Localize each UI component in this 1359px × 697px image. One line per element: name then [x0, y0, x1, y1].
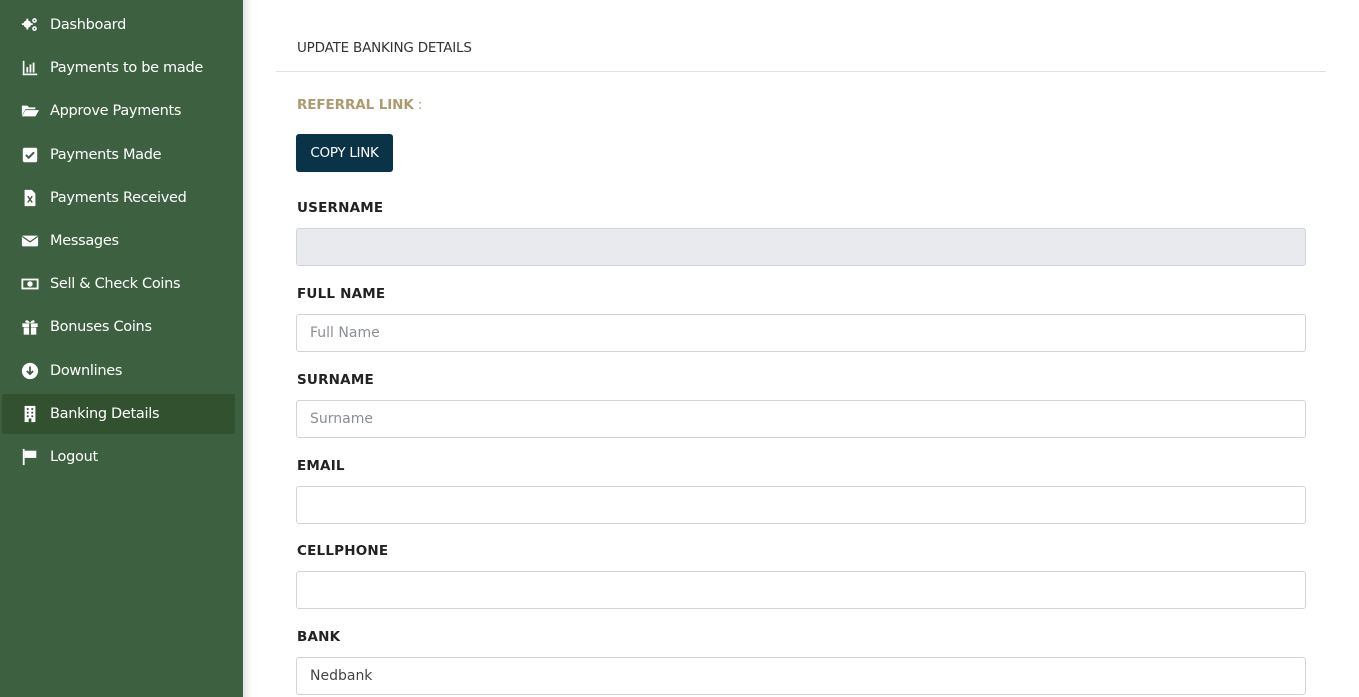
sidebar-item-logout[interactable]: Logout: [2, 437, 235, 477]
sidebar: Dashboard Payments to be made Approve Pa…: [0, 0, 243, 697]
surname-field[interactable]: [296, 400, 1306, 438]
sidebar-item-label: Logout: [50, 449, 98, 465]
sidebar-item-sell-check-coins[interactable]: Sell & Check Coins: [2, 264, 235, 304]
folder-open-icon: [19, 102, 41, 120]
page-title: UPDATE BANKING DETAILS: [297, 40, 472, 56]
sidebar-item-label: Dashboard: [50, 17, 126, 33]
building-icon: [19, 405, 41, 423]
referral-link-colon: :: [413, 97, 423, 113]
email-field[interactable]: [296, 486, 1306, 524]
divider: [276, 71, 1326, 72]
username-label: USERNAME: [297, 200, 384, 216]
referral-link-text: REFERRAL LINK: [297, 97, 414, 113]
sidebar-item-label: Payments Received: [50, 190, 187, 206]
cellphone-label: CELLPHONE: [297, 543, 389, 559]
sidebar-item-label: Downlines: [50, 363, 123, 379]
flag-icon: [19, 448, 41, 466]
surname-label: SURNAME: [297, 372, 374, 388]
sidebar-item-label: Banking Details: [50, 406, 160, 422]
file-excel-icon: [19, 189, 41, 207]
sidebar-item-payments-to-be-made[interactable]: Payments to be made: [2, 48, 235, 88]
arrow-circle-down-icon: [19, 362, 41, 380]
money-bill-icon: [19, 275, 41, 293]
sidebar-item-payments-received[interactable]: Payments Received: [2, 178, 235, 218]
sidebar-item-payments-made[interactable]: Payments Made: [2, 135, 235, 175]
sidebar-item-label: Payments Made: [50, 147, 162, 163]
full-name-field[interactable]: [296, 314, 1306, 352]
email-label: EMAIL: [297, 458, 345, 474]
sidebar-item-approve-payments[interactable]: Approve Payments: [2, 91, 235, 131]
username-field[interactable]: [296, 228, 1306, 266]
sidebar-item-bonuses-coins[interactable]: Bonuses Coins: [2, 307, 235, 347]
bar-chart-icon: [19, 59, 41, 77]
check-square-icon: [19, 146, 41, 164]
envelope-icon: [19, 232, 41, 250]
sidebar-shadow: [243, 0, 253, 697]
bank-label: BANK: [297, 629, 341, 645]
cellphone-field[interactable]: [296, 571, 1306, 609]
gift-icon: [19, 318, 41, 336]
sidebar-item-label: Messages: [50, 233, 119, 249]
sidebar-item-label: Sell & Check Coins: [50, 276, 181, 292]
sidebar-item-label: Payments to be made: [50, 60, 203, 76]
sidebar-item-label: Approve Payments: [50, 103, 182, 119]
sidebar-item-label: Bonuses Coins: [50, 319, 152, 335]
sidebar-item-downlines[interactable]: Downlines: [2, 351, 235, 391]
sidebar-item-messages[interactable]: Messages: [2, 221, 235, 261]
copy-link-button[interactable]: COPY LINK: [296, 134, 393, 172]
bank-field[interactable]: [296, 657, 1306, 695]
cogs-icon: [19, 16, 41, 34]
referral-link-label: REFERRAL LINK :: [297, 97, 422, 113]
sidebar-item-banking-details[interactable]: Banking Details: [2, 394, 235, 434]
full-name-label: FULL NAME: [297, 286, 386, 302]
sidebar-item-dashboard[interactable]: Dashboard: [2, 5, 235, 45]
